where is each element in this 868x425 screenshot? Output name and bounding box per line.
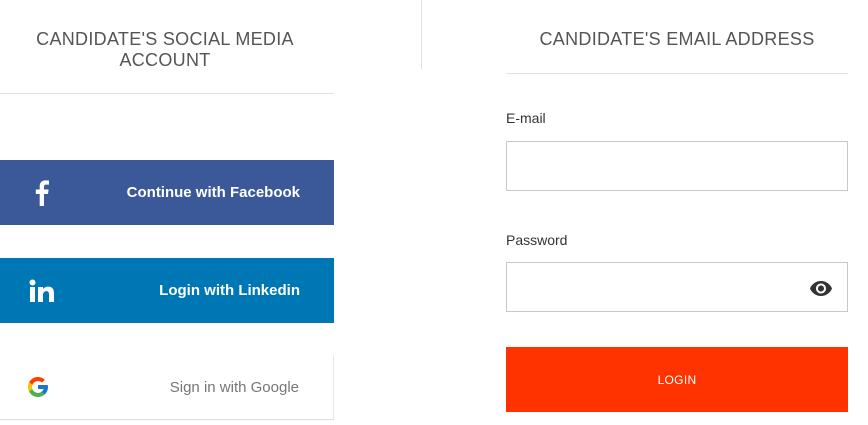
email-field-container	[506, 141, 848, 191]
google-login-button[interactable]: Sign in with Google	[0, 355, 334, 420]
email-section-title: CANDIDATE'S EMAIL ADDRESS	[539, 29, 815, 49]
linkedin-icon	[22, 258, 62, 323]
email-input[interactable]	[507, 142, 847, 190]
email-section-divider	[506, 73, 848, 74]
eye-icon[interactable]	[809, 278, 833, 298]
facebook-button-label: Continue with Facebook	[126, 184, 300, 201]
password-input[interactable]	[507, 263, 847, 311]
linkedin-login-button[interactable]: Login with Linkedin	[0, 258, 334, 323]
password-field-container	[506, 262, 848, 312]
facebook-login-button[interactable]: Continue with Facebook	[0, 160, 334, 225]
google-icon	[18, 355, 58, 419]
password-label: Password	[506, 232, 568, 248]
social-section-divider	[0, 93, 334, 94]
social-media-title: CANDIDATE'S SOCIAL MEDIA ACCOUNT	[36, 29, 294, 70]
column-divider	[421, 0, 422, 69]
linkedin-button-label: Login with Linkedin	[159, 282, 300, 299]
facebook-icon	[22, 160, 62, 225]
email-label: E-mail	[506, 110, 546, 126]
login-button[interactable]: LOGIN	[506, 347, 848, 412]
google-button-label: Sign in with Google	[169, 378, 299, 396]
